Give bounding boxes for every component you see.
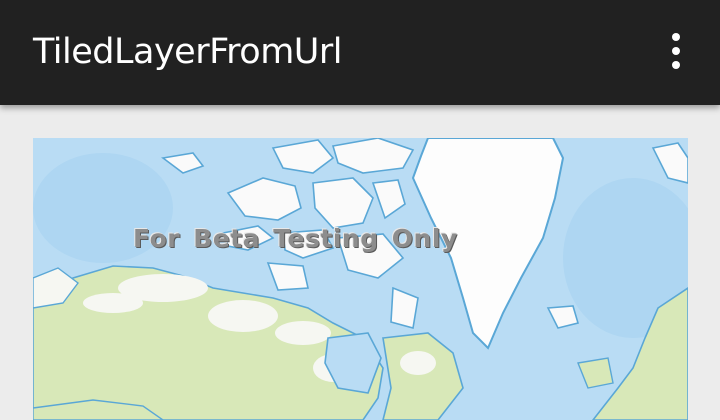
map-view[interactable]: For Beta Testing Only <box>33 138 688 420</box>
app-bar: TiledLayerFromUrl <box>0 0 720 105</box>
overflow-menu-button[interactable] <box>656 28 696 76</box>
basemap-tiles <box>33 138 688 420</box>
watermark-text: For Beta Testing Only <box>133 224 458 253</box>
content-area: For Beta Testing Only <box>0 105 720 420</box>
app-title: TiledLayerFromUrl <box>33 32 343 72</box>
